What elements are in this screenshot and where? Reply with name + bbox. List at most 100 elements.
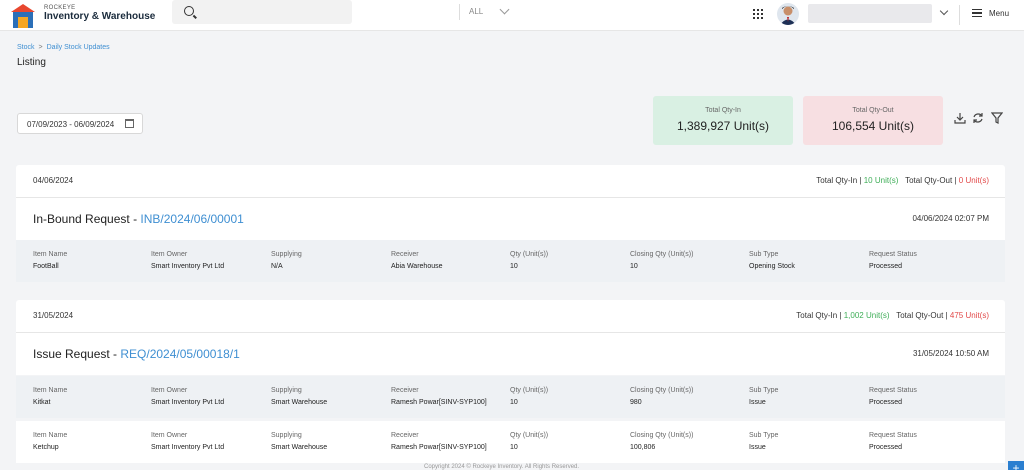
closing-qty-label: Closing Qty (Unit(s)) xyxy=(630,387,694,394)
receiver-link[interactable]: Abia Warehouse xyxy=(391,263,443,270)
sub-type-value: Opening Stock xyxy=(749,263,795,270)
qty-value: 10 xyxy=(510,263,518,270)
date-range-picker[interactable]: 07/09/2023 - 06/09/2024 xyxy=(17,113,143,134)
request-title: In-Bound Request - INB/2024/06/00001 xyxy=(33,212,244,226)
item-owner-label: Item Owner xyxy=(151,251,188,258)
total-out-label: Total Qty-Out xyxy=(905,176,953,185)
item-owner-value: Smart Inventory Pvt Ltd xyxy=(151,399,225,406)
logo-icon[interactable] xyxy=(10,3,36,29)
request-datetime: 04/06/2024 02:07 PM xyxy=(912,214,989,223)
item-name-label: Item Name xyxy=(33,251,68,258)
sub-type-label: Sub Type xyxy=(749,432,779,439)
menu-button[interactable]: Menu xyxy=(989,9,1009,18)
item-name-link[interactable]: Kitkat xyxy=(33,399,67,406)
request-type: In-Bound Request - xyxy=(33,212,141,226)
supplying-link[interactable]: Smart Warehouse xyxy=(271,444,327,451)
footer-copyright: Copyright 2024 © Rockeye Inventory. All … xyxy=(424,464,580,470)
search-icon[interactable] xyxy=(184,6,194,16)
divider xyxy=(959,5,960,25)
status-badge: Processed xyxy=(869,399,903,406)
total-in-label: Total Qty-In xyxy=(816,176,858,185)
status-badge: Processed xyxy=(869,263,903,270)
request-datetime: 31/05/2024 10:50 AM xyxy=(912,349,989,358)
search-divider xyxy=(459,4,460,20)
refresh-icon[interactable] xyxy=(972,112,984,124)
receiver-link[interactable]: Ramesh Powar[SINV-SYP100] xyxy=(391,399,487,406)
sub-type-value: Issue xyxy=(749,399,766,406)
item-row: Item Name Ketchup Item Owner Smart Invento… xyxy=(16,421,1005,463)
add-button[interactable]: + xyxy=(1008,461,1024,470)
closing-qty-value: 10 xyxy=(630,263,638,270)
closing-qty-value: 980 xyxy=(630,399,642,406)
request-id-link[interactable]: INB/2024/06/00001 xyxy=(140,212,243,226)
total-qty-out-card: Total Qty-Out 106,554 Unit(s) xyxy=(803,96,943,145)
receiver-label: Receiver xyxy=(391,387,419,394)
search-box: ALL xyxy=(172,0,510,24)
item-name-link[interactable]: FootBall xyxy=(33,263,67,270)
sub-type-label: Sub Type xyxy=(749,387,779,394)
page-title: Listing xyxy=(17,57,46,68)
filter-icon[interactable] xyxy=(991,112,1003,124)
request-status-label: Request Status xyxy=(869,387,917,394)
closing-qty-label: Closing Qty (Unit(s)) xyxy=(630,251,694,258)
group-totals: Total Qty-In | 10 Unit(s) Total Qty-Out … xyxy=(816,176,989,185)
qty-value: 10 xyxy=(510,444,518,451)
total-out-value: 475 Unit(s) xyxy=(949,311,989,320)
receiver-label: Receiver xyxy=(391,432,419,439)
apps-grid-icon[interactable] xyxy=(753,9,763,19)
item-name-label: Item Name xyxy=(33,432,68,439)
breadcrumb-separator-icon: > xyxy=(38,44,43,51)
sub-type-value: Issue xyxy=(749,444,766,451)
date-range-value: 07/09/2023 - 06/09/2024 xyxy=(27,120,115,129)
request-header: In-Bound Request - INB/2024/06/00001 04/… xyxy=(16,198,1005,240)
request-status-label: Request Status xyxy=(869,432,917,439)
item-name-label: Item Name xyxy=(33,387,68,394)
avatar[interactable] xyxy=(777,3,799,25)
request-id-link[interactable]: REQ/2024/05/00018/1 xyxy=(120,347,239,361)
supplying-label: Supplying xyxy=(271,251,302,258)
user-selector[interactable] xyxy=(808,4,932,23)
breadcrumb: Stock > Daily Stock Updates xyxy=(17,44,110,51)
item-row: Item Name FootBall Item Owner Smart Invent… xyxy=(16,240,1005,282)
status-badge: Processed xyxy=(869,444,903,451)
pipe-separator: | xyxy=(839,311,842,320)
supplying-link[interactable]: Smart Warehouse xyxy=(271,399,327,406)
supplying-value: N/A xyxy=(271,263,283,270)
total-in-value: 1,002 Unit(s) xyxy=(843,311,890,320)
pipe-separator: | xyxy=(945,311,948,320)
item-owner-value: Smart Inventory Pvt Ltd xyxy=(151,444,225,451)
qty-value: 10 xyxy=(510,399,518,406)
item-row: Item Name Kitkat Item Owner Smart Inventor… xyxy=(16,376,1005,418)
breadcrumb-item-daily-stock-updates[interactable]: Daily Stock Updates xyxy=(47,44,110,51)
pipe-separator: | xyxy=(859,176,862,185)
chevron-down-icon[interactable] xyxy=(499,4,510,15)
hamburger-icon[interactable] xyxy=(972,9,982,17)
request-type: Issue Request - xyxy=(33,347,121,361)
receiver-link[interactable]: Ramesh Powar[SINV-SYP100] xyxy=(391,444,487,451)
request-header: Issue Request - REQ/2024/05/00018/1 31/0… xyxy=(16,333,1005,375)
breadcrumb-item-stock[interactable]: Stock xyxy=(17,44,35,51)
qty-label: Qty (Unit(s)) xyxy=(510,387,549,394)
chevron-down-icon[interactable] xyxy=(939,6,949,16)
total-qty-in-label: Total Qty-In xyxy=(705,107,741,114)
search-input[interactable] xyxy=(202,4,322,20)
download-icon[interactable] xyxy=(954,112,966,124)
total-out-value: 0 Unit(s) xyxy=(958,176,989,185)
top-bar: ROCKEYE Inventory & Warehouse ALL Menu xyxy=(0,0,1024,31)
qty-label: Qty (Unit(s)) xyxy=(510,432,549,439)
total-qty-out-label: Total Qty-Out xyxy=(852,107,894,114)
group-date: 31/05/2024 xyxy=(33,311,74,320)
calendar-icon[interactable] xyxy=(125,119,134,128)
closing-qty-label: Closing Qty (Unit(s)) xyxy=(630,432,694,439)
qty-label: Qty (Unit(s)) xyxy=(510,251,549,258)
date-group-header: 04/06/2024 Total Qty-In | 10 Unit(s) Tot… xyxy=(16,165,1005,198)
item-name-link[interactable]: Ketchup xyxy=(33,444,67,451)
search-scope-select[interactable]: ALL xyxy=(469,7,483,16)
sub-type-label: Sub Type xyxy=(749,251,779,258)
group-date: 04/06/2024 xyxy=(33,176,74,185)
item-owner-label: Item Owner xyxy=(151,432,188,439)
receiver-label: Receiver xyxy=(391,251,419,258)
brand-name[interactable]: Inventory & Warehouse xyxy=(44,11,155,22)
supplying-label: Supplying xyxy=(271,387,302,394)
request-title: Issue Request - REQ/2024/05/00018/1 xyxy=(33,347,240,361)
